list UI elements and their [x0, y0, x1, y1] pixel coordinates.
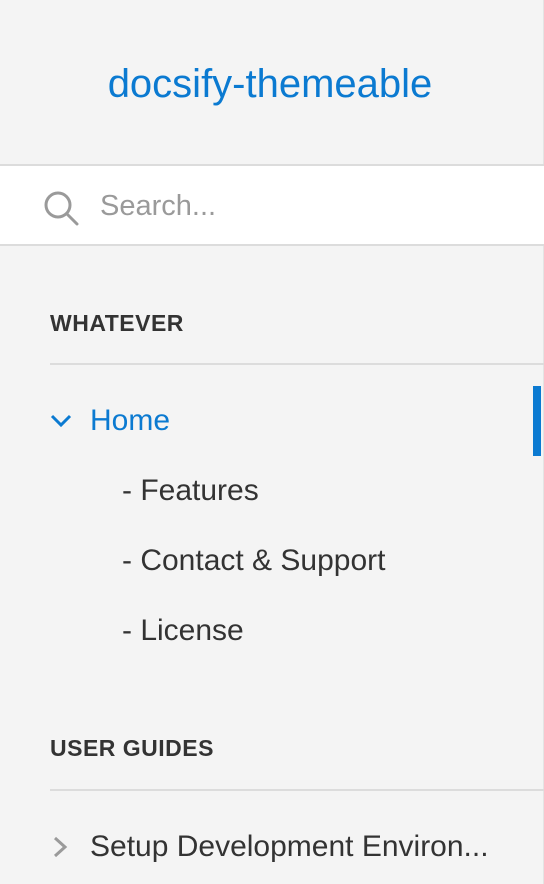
sidebar: docsify-themeable WHATEVER Home - Featur… — [0, 0, 544, 884]
section-divider — [50, 363, 544, 365]
section-heading-user-guides: USER GUIDES — [50, 735, 214, 761]
search-box — [0, 164, 544, 246]
section-heading-whatever: WHATEVER — [50, 310, 184, 336]
active-item-indicator — [533, 386, 541, 456]
section-divider — [50, 789, 544, 791]
sidebar-item-label: Home — [90, 404, 171, 437]
search-input[interactable] — [100, 180, 520, 232]
chevron-down-icon — [50, 414, 72, 428]
sidebar-subitem-license[interactable]: - License — [122, 609, 244, 653]
sidebar-subitem-contact-support[interactable]: - Contact & Support — [122, 539, 385, 583]
sidebar-subitem-features[interactable]: - Features — [122, 469, 259, 513]
search-icon — [44, 191, 79, 226]
sidebar-item-home[interactable]: Home — [50, 395, 530, 447]
sidebar-item-setup-dev-env[interactable]: Setup Development Environ... — [50, 821, 530, 873]
chevron-right-icon — [53, 836, 68, 858]
app-title-link[interactable]: docsify-themeable — [0, 58, 540, 110]
sidebar-item-label: Setup Development Environ... — [90, 830, 489, 863]
